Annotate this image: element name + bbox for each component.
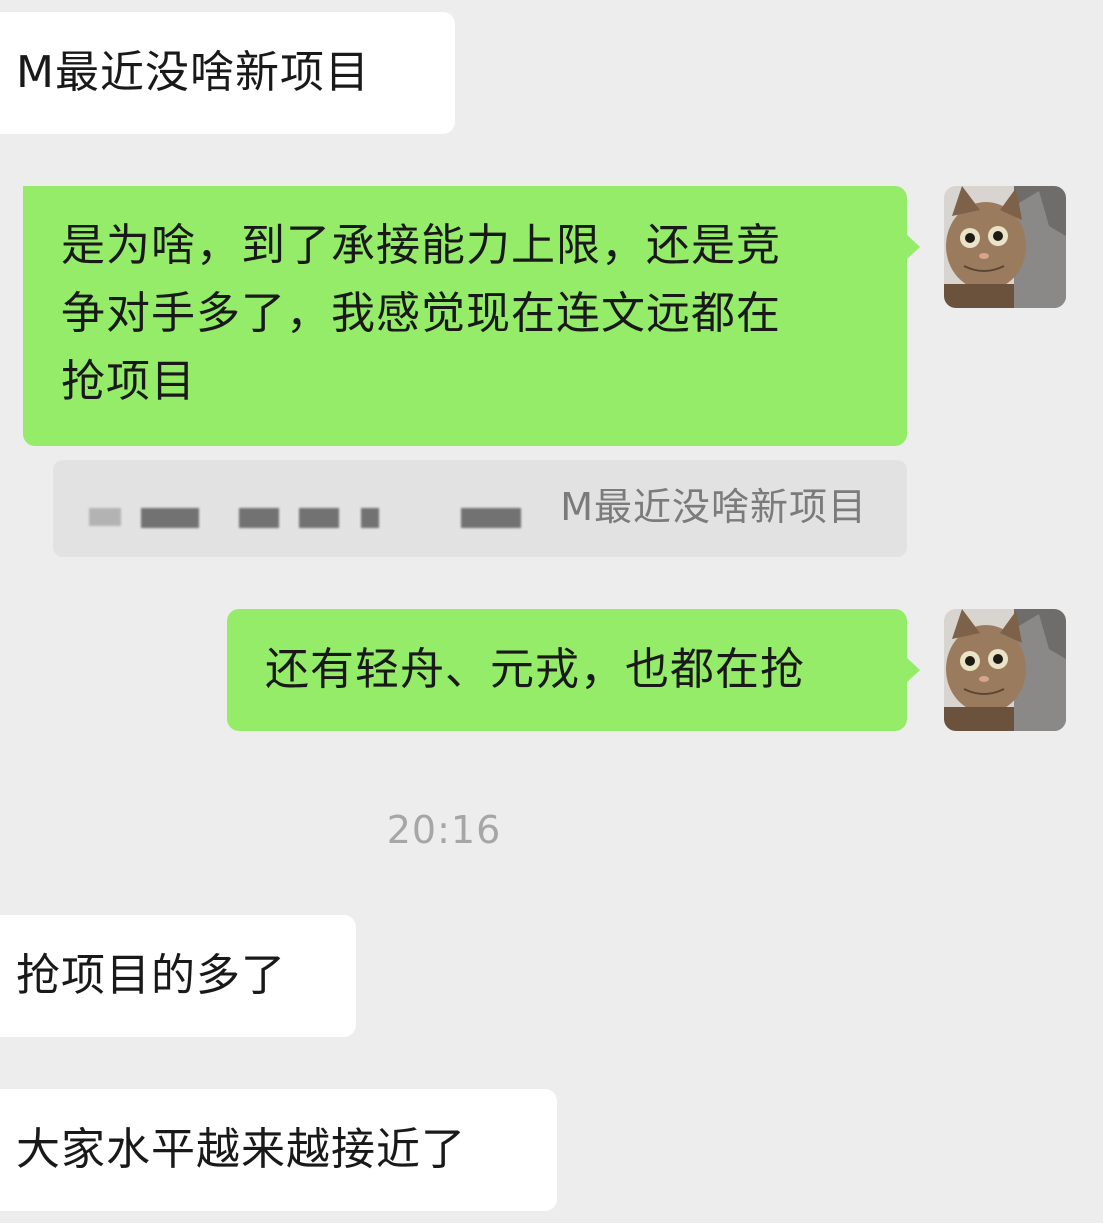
incoming-message-bubble[interactable]: 大家水平越来越接近了 [0, 1089, 557, 1211]
message-text: M最近没啥新项目 [16, 47, 370, 98]
message-text: 抢项目的多了 [16, 950, 286, 1001]
cat-avatar-icon[interactable] [944, 609, 1066, 731]
message-line: 是为啥，到了承接能力上限，还是竞 [61, 220, 781, 271]
quote-text: M最近没啥新项目 [560, 485, 867, 529]
quoted-message[interactable]: M最近没啥新项目 [53, 460, 907, 557]
message-line: 争对手多了，我感觉现在连文远都在 [61, 288, 781, 339]
message-text: 是为啥，到了承接能力上限，还是竞 争对手多了，我感觉现在连文远都在 抢项目 [61, 212, 781, 416]
message-text: 还有轻舟、元戎，也都在抢 [265, 644, 805, 695]
outgoing-message-bubble[interactable]: 是为啥，到了承接能力上限，还是竞 争对手多了，我感觉现在连文远都在 抢项目 [23, 186, 920, 446]
outgoing-message-bubble[interactable]: 还有轻舟、元戎，也都在抢 [227, 609, 920, 731]
quote-sender-redacted [89, 460, 529, 557]
message-text: 大家水平越来越接近了 [16, 1124, 466, 1175]
cat-avatar-icon[interactable] [944, 186, 1066, 308]
incoming-message-bubble[interactable]: M最近没啥新项目 [0, 12, 455, 134]
incoming-message-bubble[interactable]: 抢项目的多了 [0, 915, 356, 1037]
message-line: 抢项目 [61, 356, 196, 407]
message-timestamp: 20:16 [386, 808, 502, 852]
